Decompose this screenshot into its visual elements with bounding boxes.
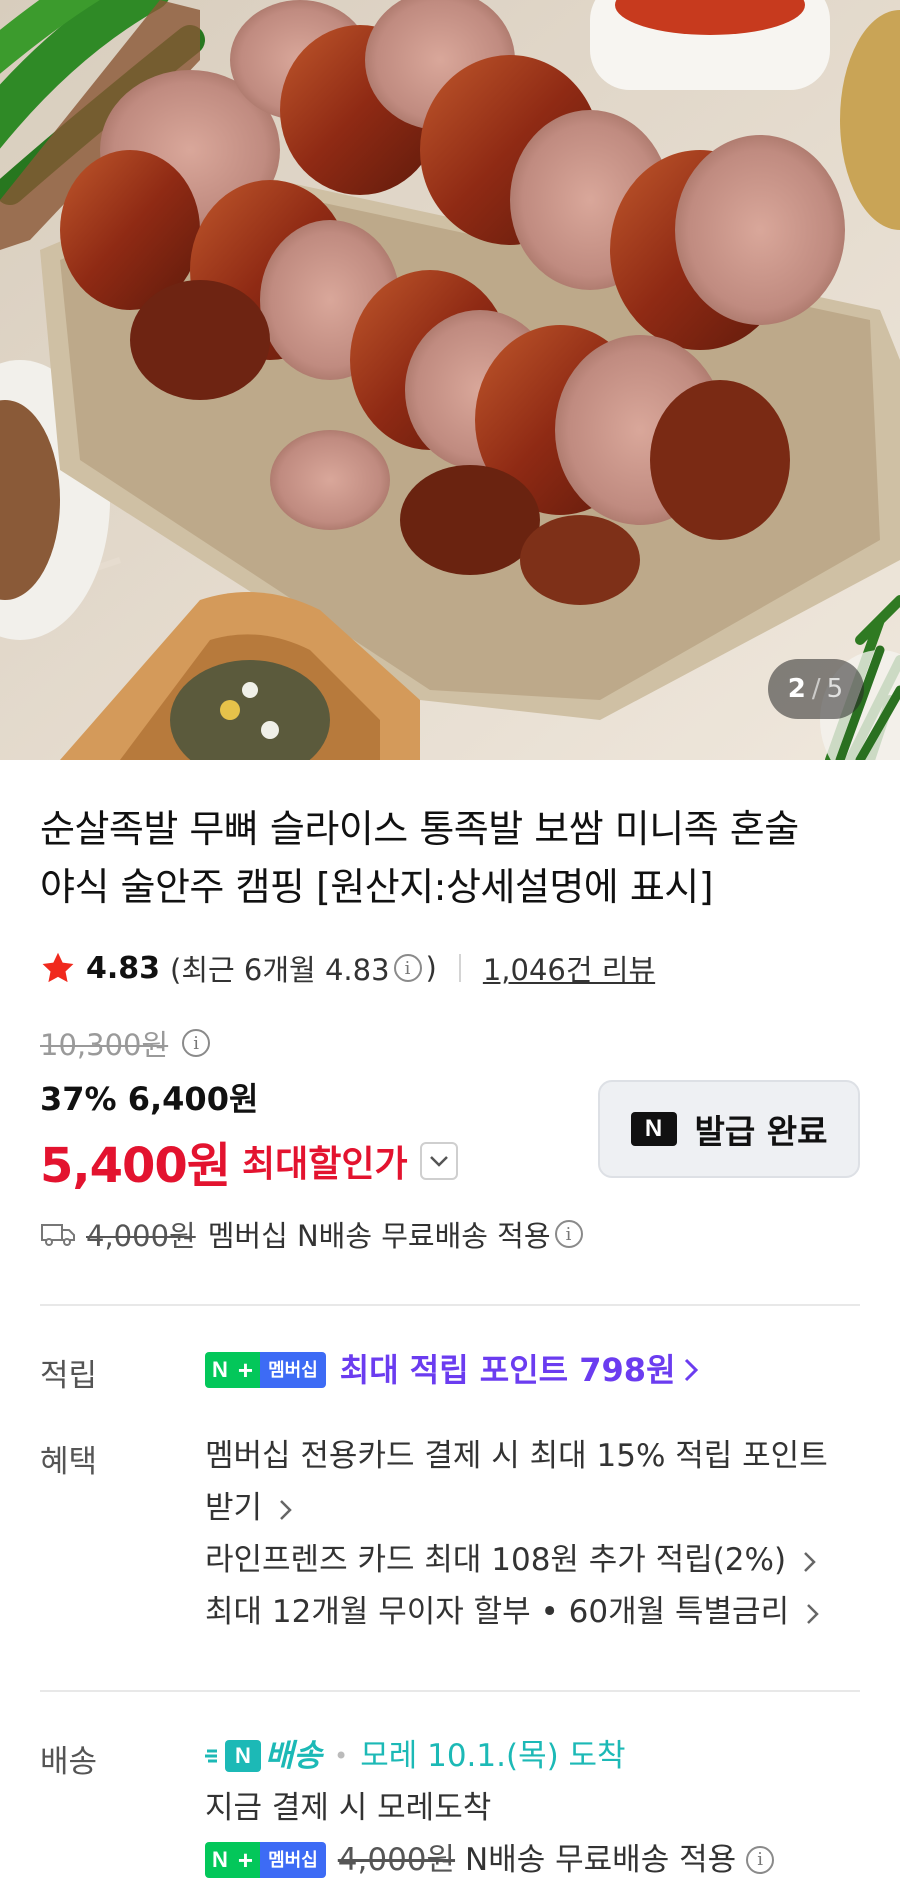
badge-member: 멤버십	[260, 1352, 326, 1388]
delivery-label: 배송	[40, 1744, 98, 1780]
coupon-button-label: 발급 완료	[694, 1112, 828, 1151]
arrival-date: 모레 10.1.(목) 도착	[360, 1738, 626, 1774]
badge-plus: +	[234, 1842, 261, 1878]
final-price: 5,400원	[40, 1138, 231, 1194]
product-title-line-1: 순살족발 무뼈 슬라이스 통족발 보쌈 미니족 혼술	[40, 807, 799, 851]
shipping-summary: 4,000원 멤버십 N배송 무료배송 적용 i	[40, 1210, 587, 1258]
final-price-row: 5,400원 최대할인가	[40, 1126, 458, 1196]
benefit-linefriends-card[interactable]: 라인프렌즈 카드 최대 108원 추가 적립(2%)	[205, 1534, 865, 1586]
n-delivery-n-icon: N	[225, 1740, 261, 1772]
section-divider	[40, 1304, 860, 1306]
badge-plus: +	[234, 1352, 261, 1388]
delivery-info: N 배송 • 모레 10.1.(목) 도착 지금 결제 시 모레도착 N + 멤…	[205, 1730, 875, 1886]
price-info-icon[interactable]: i	[182, 1029, 211, 1057]
final-price-label: 최대할인가	[242, 1144, 408, 1185]
rating-recent-prefix: (최근 6개월 4.83	[170, 953, 390, 987]
benefit-line-3: 최대 12개월 무이자 할부 • 60개월 특별금리	[205, 1594, 790, 1630]
discount-price: 37% 6,400원	[40, 1080, 259, 1118]
naver-n-logo-icon: N	[630, 1112, 677, 1146]
benefit-line-2: 라인프렌즈 카드 최대 108원 추가 적립(2%)	[205, 1542, 787, 1578]
n-delivery-logo: N 배송	[205, 1730, 322, 1782]
dot-separator: •	[334, 1742, 349, 1770]
delivery-fee-row: N + 멤버십 4,000원 N배송 무료배송 적용 i	[205, 1834, 875, 1886]
image-counter-current: 2	[787, 674, 807, 704]
benefits-label: 혜택	[40, 1444, 98, 1480]
delivery-free-text: N배송 무료배송 적용	[465, 1842, 737, 1878]
chevron-right-icon	[807, 1603, 819, 1624]
image-counter-total: 5	[826, 674, 845, 704]
n-delivery-name: 배송	[265, 1738, 323, 1774]
coupon-issued-button[interactable]: N 발급 완료	[598, 1080, 860, 1178]
rating-recent-suffix: )	[425, 951, 437, 985]
rating-score: 4.83	[86, 950, 161, 986]
naver-plus-membership-badge: N + 멤버십	[205, 1352, 326, 1388]
star-icon	[42, 952, 74, 983]
section-divider	[40, 1690, 860, 1692]
original-price-row: 10,300원 i	[40, 1022, 214, 1064]
points-label: 적립	[40, 1358, 98, 1394]
speed-lines-icon	[205, 1749, 217, 1763]
benefit-card-points[interactable]: 멤버십 전용카드 결제 시 최대 15% 적립 포인트 받기	[205, 1430, 865, 1534]
benefit-installment[interactable]: 최대 12개월 무이자 할부 • 60개월 특별금리	[205, 1586, 865, 1638]
review-count-link[interactable]: 1,046건 리뷰	[483, 947, 655, 989]
badge-member: 멤버십	[260, 1842, 326, 1878]
image-page-counter: 2 / 5	[768, 659, 864, 719]
delivery-original-fee: 4,000원	[337, 1842, 456, 1878]
badge-n: N	[205, 1352, 235, 1388]
price-detail-toggle[interactable]	[419, 1142, 458, 1180]
product-title-line-2: 야식 술안주 캠핑 [원산지:상세설명에 표시]	[40, 865, 714, 909]
naver-plus-membership-badge: N + 멤버십	[205, 1842, 326, 1878]
benefits-list: 멤버십 전용카드 결제 시 최대 15% 적립 포인트 받기 라인프렌즈 카드 …	[205, 1430, 865, 1638]
rating-divider	[458, 954, 461, 982]
chevron-right-icon	[804, 1551, 816, 1572]
shipping-original-fee: 4,000원	[86, 1219, 196, 1253]
delivery-info-icon[interactable]: i	[746, 1846, 775, 1874]
chevron-right-icon	[684, 1358, 698, 1382]
badge-n: N	[205, 1842, 235, 1878]
delivery-note: 지금 결제 시 모레도착	[205, 1790, 492, 1826]
chevron-down-icon	[429, 1156, 448, 1167]
rating-row: 4.83 (최근 6개월 4.83 i ) 1,046건 리뷰	[40, 946, 655, 990]
pork-hock-platter-photo	[0, 0, 900, 760]
product-image[interactable]: 2 / 5	[0, 0, 900, 760]
info-icon[interactable]: i	[393, 954, 422, 982]
benefit-line-1: 멤버십 전용카드 결제 시 최대 15% 적립 포인트	[205, 1438, 828, 1474]
points-row[interactable]: N + 멤버십 최대 적립 포인트 798원	[205, 1344, 700, 1396]
image-counter-separator: /	[811, 674, 822, 704]
shipping-info-icon[interactable]: i	[554, 1220, 583, 1248]
original-price: 10,300원	[40, 1028, 169, 1062]
max-points-text: 최대 적립 포인트 798원	[339, 1351, 676, 1389]
delivery-arrival-row[interactable]: N 배송 • 모레 10.1.(목) 도착	[205, 1730, 875, 1782]
benefit-line-1b: 받기	[205, 1490, 263, 1526]
shipping-summary-text: 멤버십 N배송 무료배송 적용	[207, 1219, 551, 1253]
chevron-right-icon	[280, 1499, 292, 1520]
truck-icon	[41, 1224, 75, 1246]
product-title: 순살족발 무뼈 슬라이스 통족발 보쌈 미니족 혼술 야식 술안주 캠핑 [원산…	[40, 800, 870, 916]
